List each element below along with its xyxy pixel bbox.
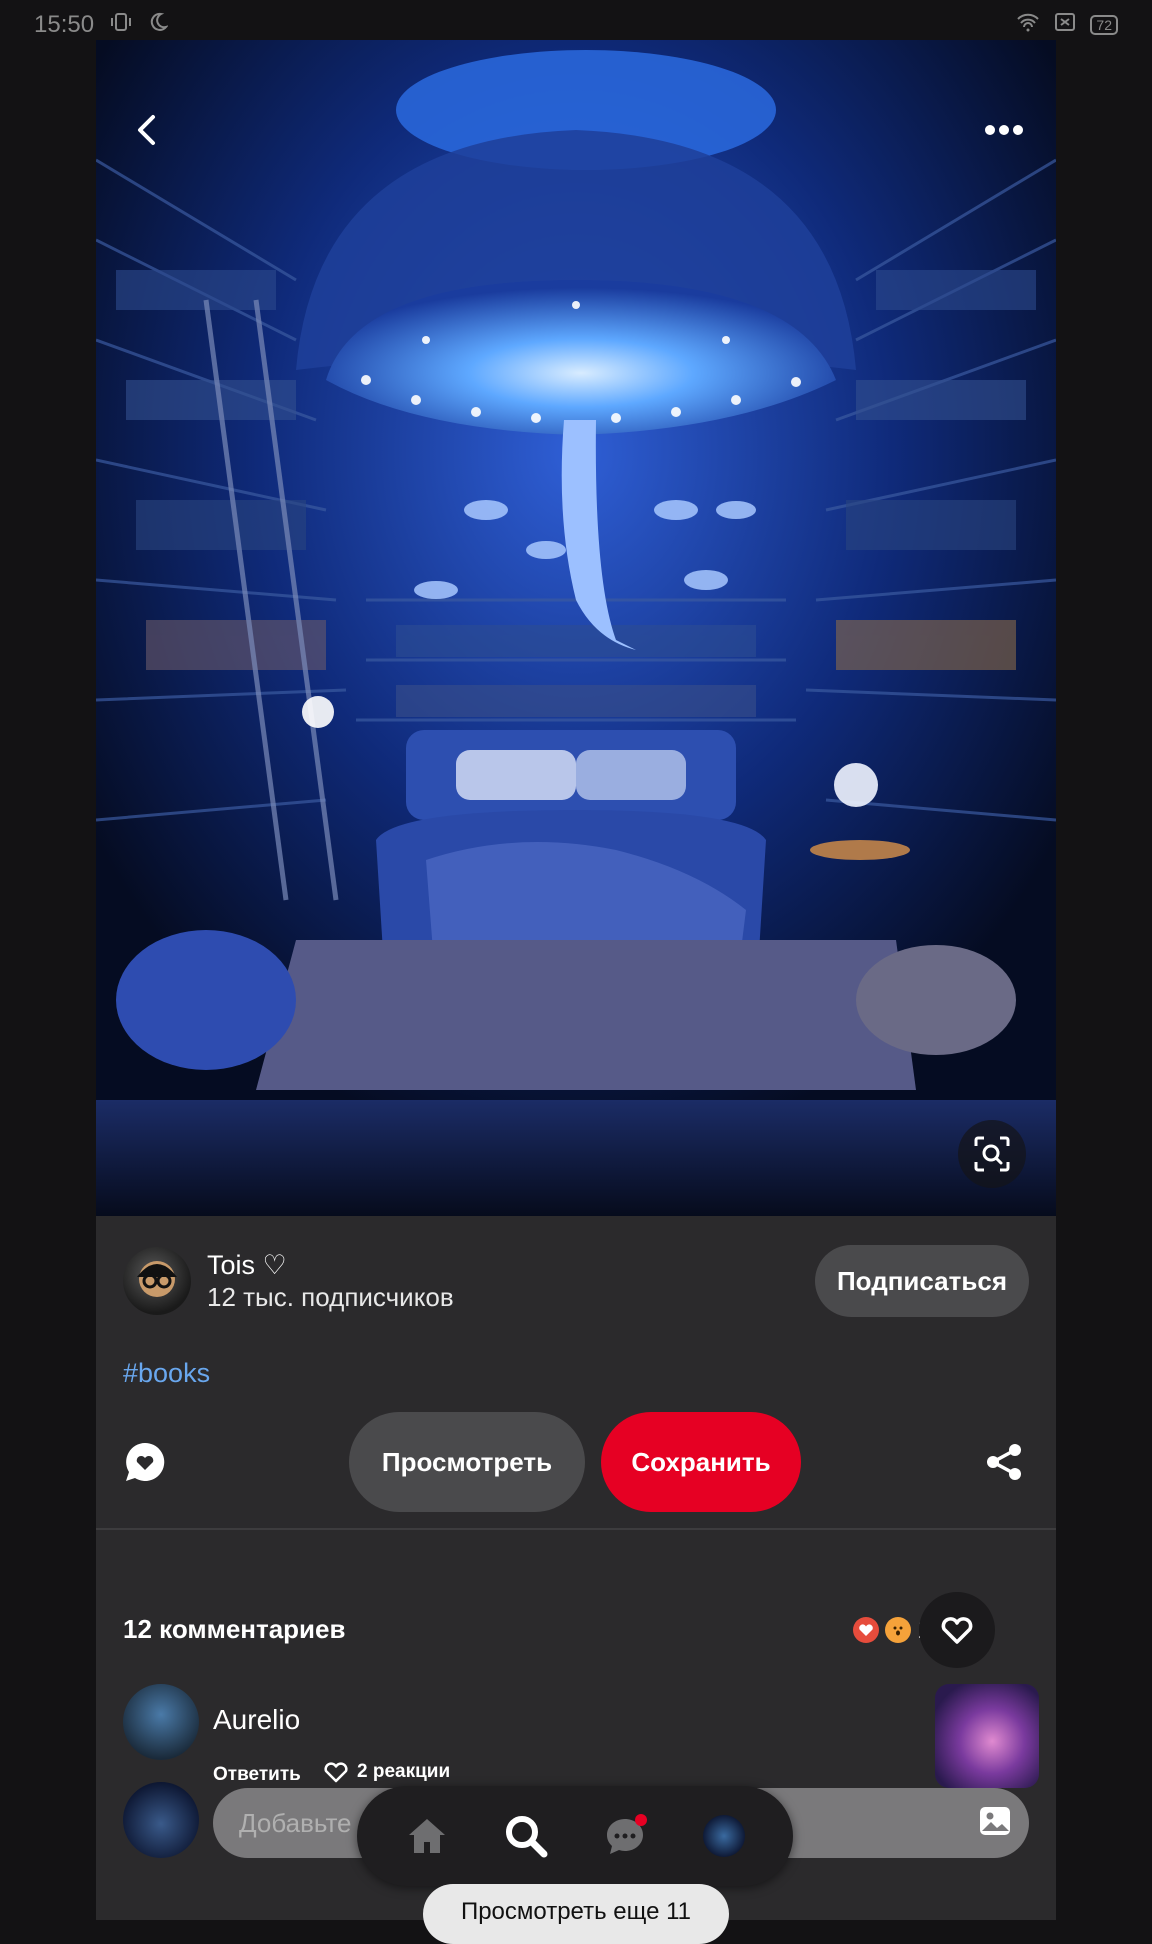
save-button[interactable]: Сохранить	[601, 1412, 801, 1512]
visual-search-button[interactable]	[958, 1120, 1026, 1188]
vibrate-icon	[110, 11, 132, 40]
view-button[interactable]: Просмотреть	[349, 1412, 585, 1512]
comment-author[interactable]: Aurelio	[213, 1704, 300, 1736]
wifi-icon	[1016, 11, 1040, 39]
own-avatar	[123, 1782, 199, 1858]
comment-button[interactable]	[123, 1440, 167, 1484]
creator-followers: 12 тыс. подписчиков	[207, 1282, 454, 1312]
nav-messages[interactable]	[595, 1806, 655, 1866]
search-icon	[505, 1816, 547, 1858]
nav-search[interactable]	[496, 1806, 556, 1866]
back-button[interactable]	[126, 110, 166, 150]
creator-name[interactable]: Tois ♡	[207, 1249, 454, 1281]
chat-heart-icon	[126, 1442, 165, 1481]
battery-icon: 72	[1090, 15, 1118, 35]
like-button[interactable]	[919, 1592, 995, 1668]
bottom-navigation	[357, 1786, 793, 1886]
view-more-comments-button[interactable]: Просмотреть еще 11	[423, 1884, 729, 1944]
notification-dot	[634, 1814, 647, 1826]
share-icon	[987, 1444, 1021, 1480]
more-dots-icon	[985, 125, 1023, 135]
home-icon	[408, 1819, 445, 1853]
share-button[interactable]	[984, 1442, 1024, 1482]
heart-outline-icon	[941, 1617, 973, 1644]
comment-photo[interactable]	[935, 1684, 1039, 1788]
nav-profile[interactable]	[694, 1806, 754, 1866]
comment-item: Aurelio Ответить 2 реакции	[123, 1684, 1039, 1794]
no-sim-icon	[1054, 11, 1076, 39]
section-divider	[96, 1528, 1056, 1530]
action-row: Просмотреть Сохранить	[96, 1412, 1056, 1512]
chevron-left-icon	[138, 115, 155, 145]
moon-icon	[148, 11, 169, 39]
comments-count: 12 комментариев	[123, 1614, 346, 1644]
comment-author-avatar[interactable]	[123, 1684, 199, 1760]
nav-home[interactable]	[397, 1806, 457, 1866]
more-options-button[interactable]	[978, 110, 1030, 150]
status-time: 15:50	[34, 11, 95, 38]
hashtag-link[interactable]: #books	[123, 1358, 210, 1389]
lens-search-icon	[974, 1136, 1010, 1172]
wow-reaction-icon	[885, 1616, 911, 1643]
follow-button[interactable]: Подписаться	[814, 1245, 1029, 1317]
mushroom-room-illustration	[96, 40, 1056, 1216]
creator-avatar[interactable]	[123, 1247, 191, 1315]
comments-header: 12 комментариев 17	[123, 1588, 1029, 1678]
pin-image[interactable]	[96, 40, 1056, 1216]
profile-avatar	[702, 1815, 745, 1857]
heart-reaction-icon	[853, 1616, 879, 1643]
creator-row: Tois ♡ 12 тыс. подписчиков Подписаться	[123, 1243, 1029, 1319]
add-image-icon[interactable]	[979, 1806, 1011, 1841]
pin-panel: Tois ♡ 12 тыс. подписчиков Подписаться #…	[96, 40, 1056, 1920]
